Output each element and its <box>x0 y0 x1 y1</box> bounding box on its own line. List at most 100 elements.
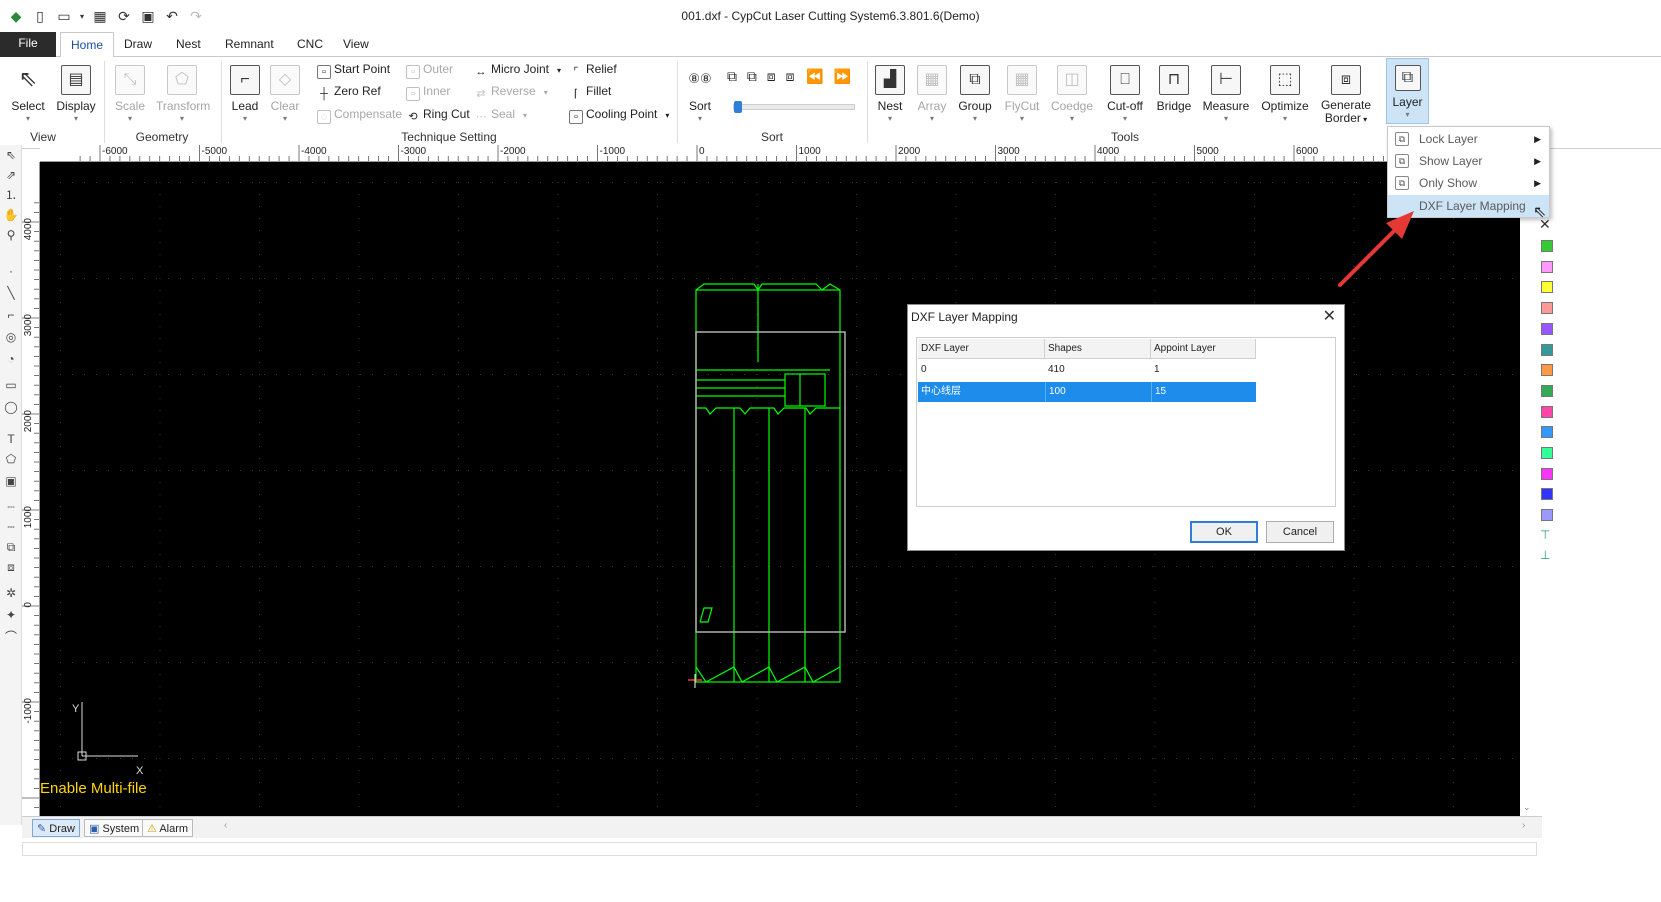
dotted-line-icon[interactable]: ┄ <box>3 519 19 535</box>
optimize-button[interactable]: ⬚ Optimize ▾ <box>1259 63 1311 133</box>
image-icon[interactable]: ▣ <box>3 473 19 489</box>
menu-item-lock-layer[interactable]: ⧉ Lock Layer ▶ <box>1388 128 1549 150</box>
sort-button[interactable]: ⑧⑧ Sort ▾ <box>674 63 726 133</box>
color-swatch[interactable] <box>1541 343 1553 356</box>
zoom-icon[interactable]: ⚲ <box>3 227 19 243</box>
group-tool-icon[interactable]: ⧉ <box>3 539 19 555</box>
compensate-button[interactable]: ◌ Compensate <box>317 104 402 124</box>
coedge-button[interactable]: ◫ Coedge ▾ <box>1046 63 1098 133</box>
cell-appoint-layer[interactable]: 15 <box>1151 382 1256 402</box>
color-swatch[interactable] <box>1541 281 1553 294</box>
reverse-button[interactable]: ⇄ Reverse ▾ <box>474 81 547 101</box>
generate-border-button[interactable]: ⧈ Generate Border ▾ <box>1320 63 1372 133</box>
sort-step-2-icon[interactable]: ⧉ <box>747 68 757 84</box>
tab-file[interactable]: File <box>0 32 56 57</box>
select-tool-icon[interactable]: ⇖ <box>3 147 19 163</box>
cutoff-button[interactable]: ⎕ Cut-off ▾ <box>1099 63 1151 133</box>
copy-tool-icon[interactable]: ⧈ <box>3 559 19 575</box>
sort-step-4-icon[interactable]: ⧈ <box>786 68 795 84</box>
layer-button[interactable]: ⧉ Layer ▾ <box>1386 58 1429 124</box>
scale-button[interactable]: ⤡ Scale ▾ <box>104 63 156 133</box>
rewind-icon[interactable]: ⏪ <box>806 68 823 84</box>
sort-slider[interactable] <box>733 101 855 113</box>
point-icon[interactable]: · <box>3 263 19 279</box>
polyline-icon[interactable]: ⌐ <box>3 307 19 323</box>
fast-forward-icon[interactable]: ⏩ <box>834 68 851 84</box>
seal-button[interactable]: ⋯ Seal ▾ <box>474 104 528 124</box>
tab-cnc[interactable]: CNC <box>287 32 333 57</box>
grid-dot <box>1464 374 1465 375</box>
line-icon[interactable]: ╲ <box>3 285 19 301</box>
scroll-left-icon[interactable]: ‹ <box>224 820 227 831</box>
menu-item-show-layer[interactable]: ⧉ Show Layer ▶ <box>1388 150 1549 172</box>
display-button[interactable]: ▤ Display ▾ <box>50 63 102 133</box>
ok-button[interactable]: OK <box>1190 521 1258 543</box>
group-button[interactable]: ⧉ Group ▾ <box>949 63 1001 133</box>
tab-bottom-draw[interactable]: ✎ Draw <box>32 819 80 837</box>
tab-draw[interactable]: Draw <box>114 32 162 57</box>
column-header-appoint-layer[interactable]: Appoint Layer <box>1151 339 1256 359</box>
dashed-line-icon[interactable]: ┈ <box>3 499 19 515</box>
color-swatch[interactable] <box>1541 488 1553 501</box>
outer-button[interactable]: ▫ Outer <box>406 59 453 79</box>
column-header-dxf-layer[interactable]: DXF Layer <box>918 339 1045 359</box>
align-bottom-icon[interactable]: ⊥ <box>1540 548 1550 562</box>
tab-bottom-alarm[interactable]: ⚠ Alarm <box>142 819 194 837</box>
measure-button[interactable]: ⊢ Measure ▾ <box>1200 63 1252 133</box>
color-swatch[interactable] <box>1541 426 1553 439</box>
micro-joint-button[interactable]: ↔ Micro Joint ▾ <box>474 59 562 79</box>
scroll-right-icon[interactable]: › <box>1522 820 1525 831</box>
sort-slider-thumb[interactable] <box>734 101 742 113</box>
cooling-point-button[interactable]: ▫ Cooling Point ▾ <box>569 104 669 124</box>
zero-ref-button[interactable]: ┼ Zero Ref <box>317 81 381 101</box>
rectangle-icon[interactable]: ▭ <box>3 377 19 393</box>
select-button[interactable]: ⇖ Select ▾ <box>2 63 54 133</box>
color-swatch[interactable] <box>1541 447 1553 459</box>
color-swatch[interactable] <box>1541 364 1553 377</box>
relief-button[interactable]: ⌜ Relief <box>569 59 616 79</box>
inner-button[interactable]: ▫ Inner <box>406 81 450 101</box>
star-polygon-icon[interactable]: ⬠ <box>3 451 19 467</box>
ring-cut-button[interactable]: ⟲ Ring Cut <box>406 104 469 124</box>
color-swatch[interactable] <box>1541 322 1553 335</box>
gear-icon[interactable]: ✲ <box>3 585 19 601</box>
start-point-button[interactable]: ▫ Start Point <box>317 59 390 79</box>
cancel-button[interactable]: Cancel <box>1266 521 1334 543</box>
sort-step-1-icon[interactable]: ⧉ <box>727 68 737 84</box>
tab-remnant[interactable]: Remnant <box>215 32 284 57</box>
node-edit-icon[interactable]: ⇗ <box>3 167 19 183</box>
grid-dot <box>1154 734 1156 735</box>
scroll-down-icon[interactable]: ⌄ <box>1523 802 1531 813</box>
ellipse-icon[interactable]: ◯ <box>3 399 19 415</box>
close-icon[interactable]: ✕ <box>1323 306 1336 326</box>
circle-icon[interactable]: ◎ <box>3 329 19 345</box>
color-swatch[interactable] <box>1541 240 1553 252</box>
magic-wand-icon[interactable]: ✦ <box>3 607 19 623</box>
sort-number-icon[interactable]: ⒈ <box>3 187 19 203</box>
sort-step-3-icon[interactable]: ⧈ <box>767 68 776 84</box>
flycut-button[interactable]: ▦ FlyCut ▾ <box>996 63 1048 133</box>
fillet-button[interactable]: ⌈ Fillet <box>569 81 612 101</box>
menu-item-only-show[interactable]: ⧉ Only Show ▶ <box>1388 172 1549 194</box>
tab-view[interactable]: View <box>333 32 379 57</box>
tab-home[interactable]: Home <box>60 32 115 58</box>
column-header-shapes[interactable]: Shapes <box>1045 339 1151 359</box>
color-swatch[interactable] <box>1541 509 1553 522</box>
color-swatch[interactable] <box>1541 384 1553 397</box>
curve-icon[interactable]: ⌒ <box>3 629 19 645</box>
color-swatch[interactable] <box>1541 467 1553 480</box>
align-top-icon[interactable]: ⊤ <box>1540 528 1550 542</box>
tab-nest[interactable]: Nest <box>166 32 211 57</box>
clear-button[interactable]: ◇ Clear ▾ <box>259 63 311 133</box>
color-swatch[interactable] <box>1541 302 1553 315</box>
grid-dot <box>1453 662 1454 663</box>
tab-bottom-system[interactable]: ▣ System <box>84 819 145 837</box>
cad-part[interactable] <box>695 283 841 683</box>
bridge-button[interactable]: ⊓ Bridge <box>1148 63 1200 133</box>
transform-button[interactable]: ⬠ Transform ▾ <box>156 63 210 133</box>
color-swatch[interactable] <box>1541 260 1553 273</box>
arc-icon[interactable]: ◔ <box>3 351 19 367</box>
color-swatch[interactable] <box>1541 405 1553 418</box>
text-icon[interactable]: T <box>3 431 19 447</box>
pan-hand-icon[interactable]: ✋ <box>3 207 19 223</box>
